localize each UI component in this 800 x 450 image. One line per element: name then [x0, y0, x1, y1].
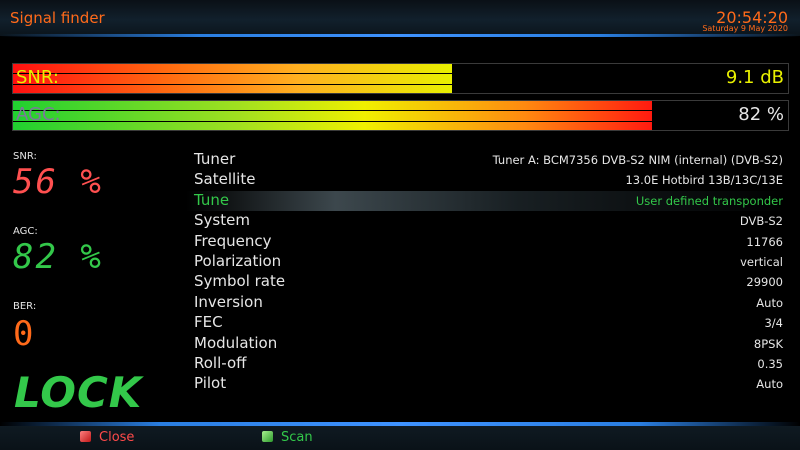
scan-button[interactable]: Scan [262, 430, 332, 446]
info-value: 29900 [746, 275, 783, 290]
info-row-satellite[interactable]: Satellite 13.0E Hotbird 13B/13C/13E [186, 170, 786, 190]
close-button[interactable]: Close [80, 430, 150, 446]
ber-stat-value: 0 [13, 314, 36, 354]
info-label: System [194, 211, 250, 230]
info-label: Roll-off [194, 354, 247, 372]
info-value: Tuner A: BCM7356 DVB-S2 NIM (internal) (… [492, 153, 783, 167]
info-label: Inversion [194, 292, 263, 311]
info-row-system[interactable]: System DVB-S2 [186, 211, 786, 231]
snr-meter-value: 9.1 dB [725, 67, 784, 88]
red-key-icon [80, 431, 91, 442]
clock-date: Saturday 9 May 2020 [702, 24, 788, 33]
header-divider [0, 34, 800, 37]
info-row-fec[interactable]: FEC 3/4 [186, 313, 786, 333]
snr-meter-bar: SNR: 9.1 dB [12, 63, 789, 94]
window-title: Signal finder [10, 9, 105, 27]
info-label: Satellite [194, 170, 256, 189]
scan-button-label: Scan [281, 430, 313, 445]
agc-meter-value: 82 % [738, 104, 784, 125]
agc-stat-value: 82 % [13, 237, 103, 277]
info-label: Polarization [194, 252, 282, 270]
info-row-polarization[interactable]: Polarization vertical [186, 252, 786, 272]
info-row-tuner[interactable]: Tuner Tuner A: BCM7356 DVB-S2 NIM (intern… [186, 150, 786, 170]
info-value: Auto [756, 295, 783, 310]
snr-stat-label: SNR: [13, 151, 37, 162]
info-row-pilot[interactable]: Pilot Auto [186, 374, 786, 394]
agc-stat-label: AGC: [13, 226, 38, 237]
info-value: 11766 [746, 234, 783, 249]
snr-meter-label: SNR: [16, 67, 59, 88]
agc-meter-bar: AGC: 82 % [12, 100, 789, 131]
agc-meter-label: AGC: [16, 104, 61, 125]
info-row-modulation[interactable]: Modulation 8PSK [186, 334, 786, 354]
header-bar: Signal finder 20:54:20 Saturday 9 May 20… [0, 0, 800, 36]
info-value: DVB-S2 [739, 214, 783, 229]
snr-meter-fill [13, 64, 452, 93]
info-label: Modulation [194, 333, 278, 352]
green-key-icon [262, 431, 273, 442]
info-label: Pilot [194, 374, 227, 393]
info-row-tune[interactable]: Tune User defined transponder [186, 190, 786, 211]
lock-status: LOCK [14, 368, 143, 417]
agc-meter-fill [13, 101, 653, 130]
info-label: Symbol rate [194, 272, 286, 291]
info-row-symbol-rate[interactable]: Symbol rate 29900 [186, 272, 786, 292]
info-label: FEC [194, 313, 223, 332]
info-value: Auto [756, 377, 783, 392]
info-value: 8PSK [753, 336, 783, 351]
info-label: Tune [194, 190, 230, 209]
info-value: vertical [740, 255, 783, 269]
close-button-label: Close [99, 430, 135, 445]
footer-bar: Close Scan [0, 426, 800, 450]
info-label: Tuner [194, 150, 236, 168]
info-label: Frequency [194, 231, 272, 250]
info-row-inversion[interactable]: Inversion Auto [186, 293, 786, 313]
info-value: User defined transponder [635, 193, 783, 208]
info-value: 13.0E Hotbird 13B/13C/13E [625, 173, 783, 188]
info-value: 0.35 [757, 357, 783, 371]
snr-stat-value: 56 % [13, 162, 103, 202]
info-value: 3/4 [764, 316, 783, 331]
info-row-roll-off[interactable]: Roll-off 0.35 [186, 354, 786, 374]
ber-stat-label: BER: [13, 301, 37, 312]
info-row-frequency[interactable]: Frequency 11766 [186, 232, 786, 252]
